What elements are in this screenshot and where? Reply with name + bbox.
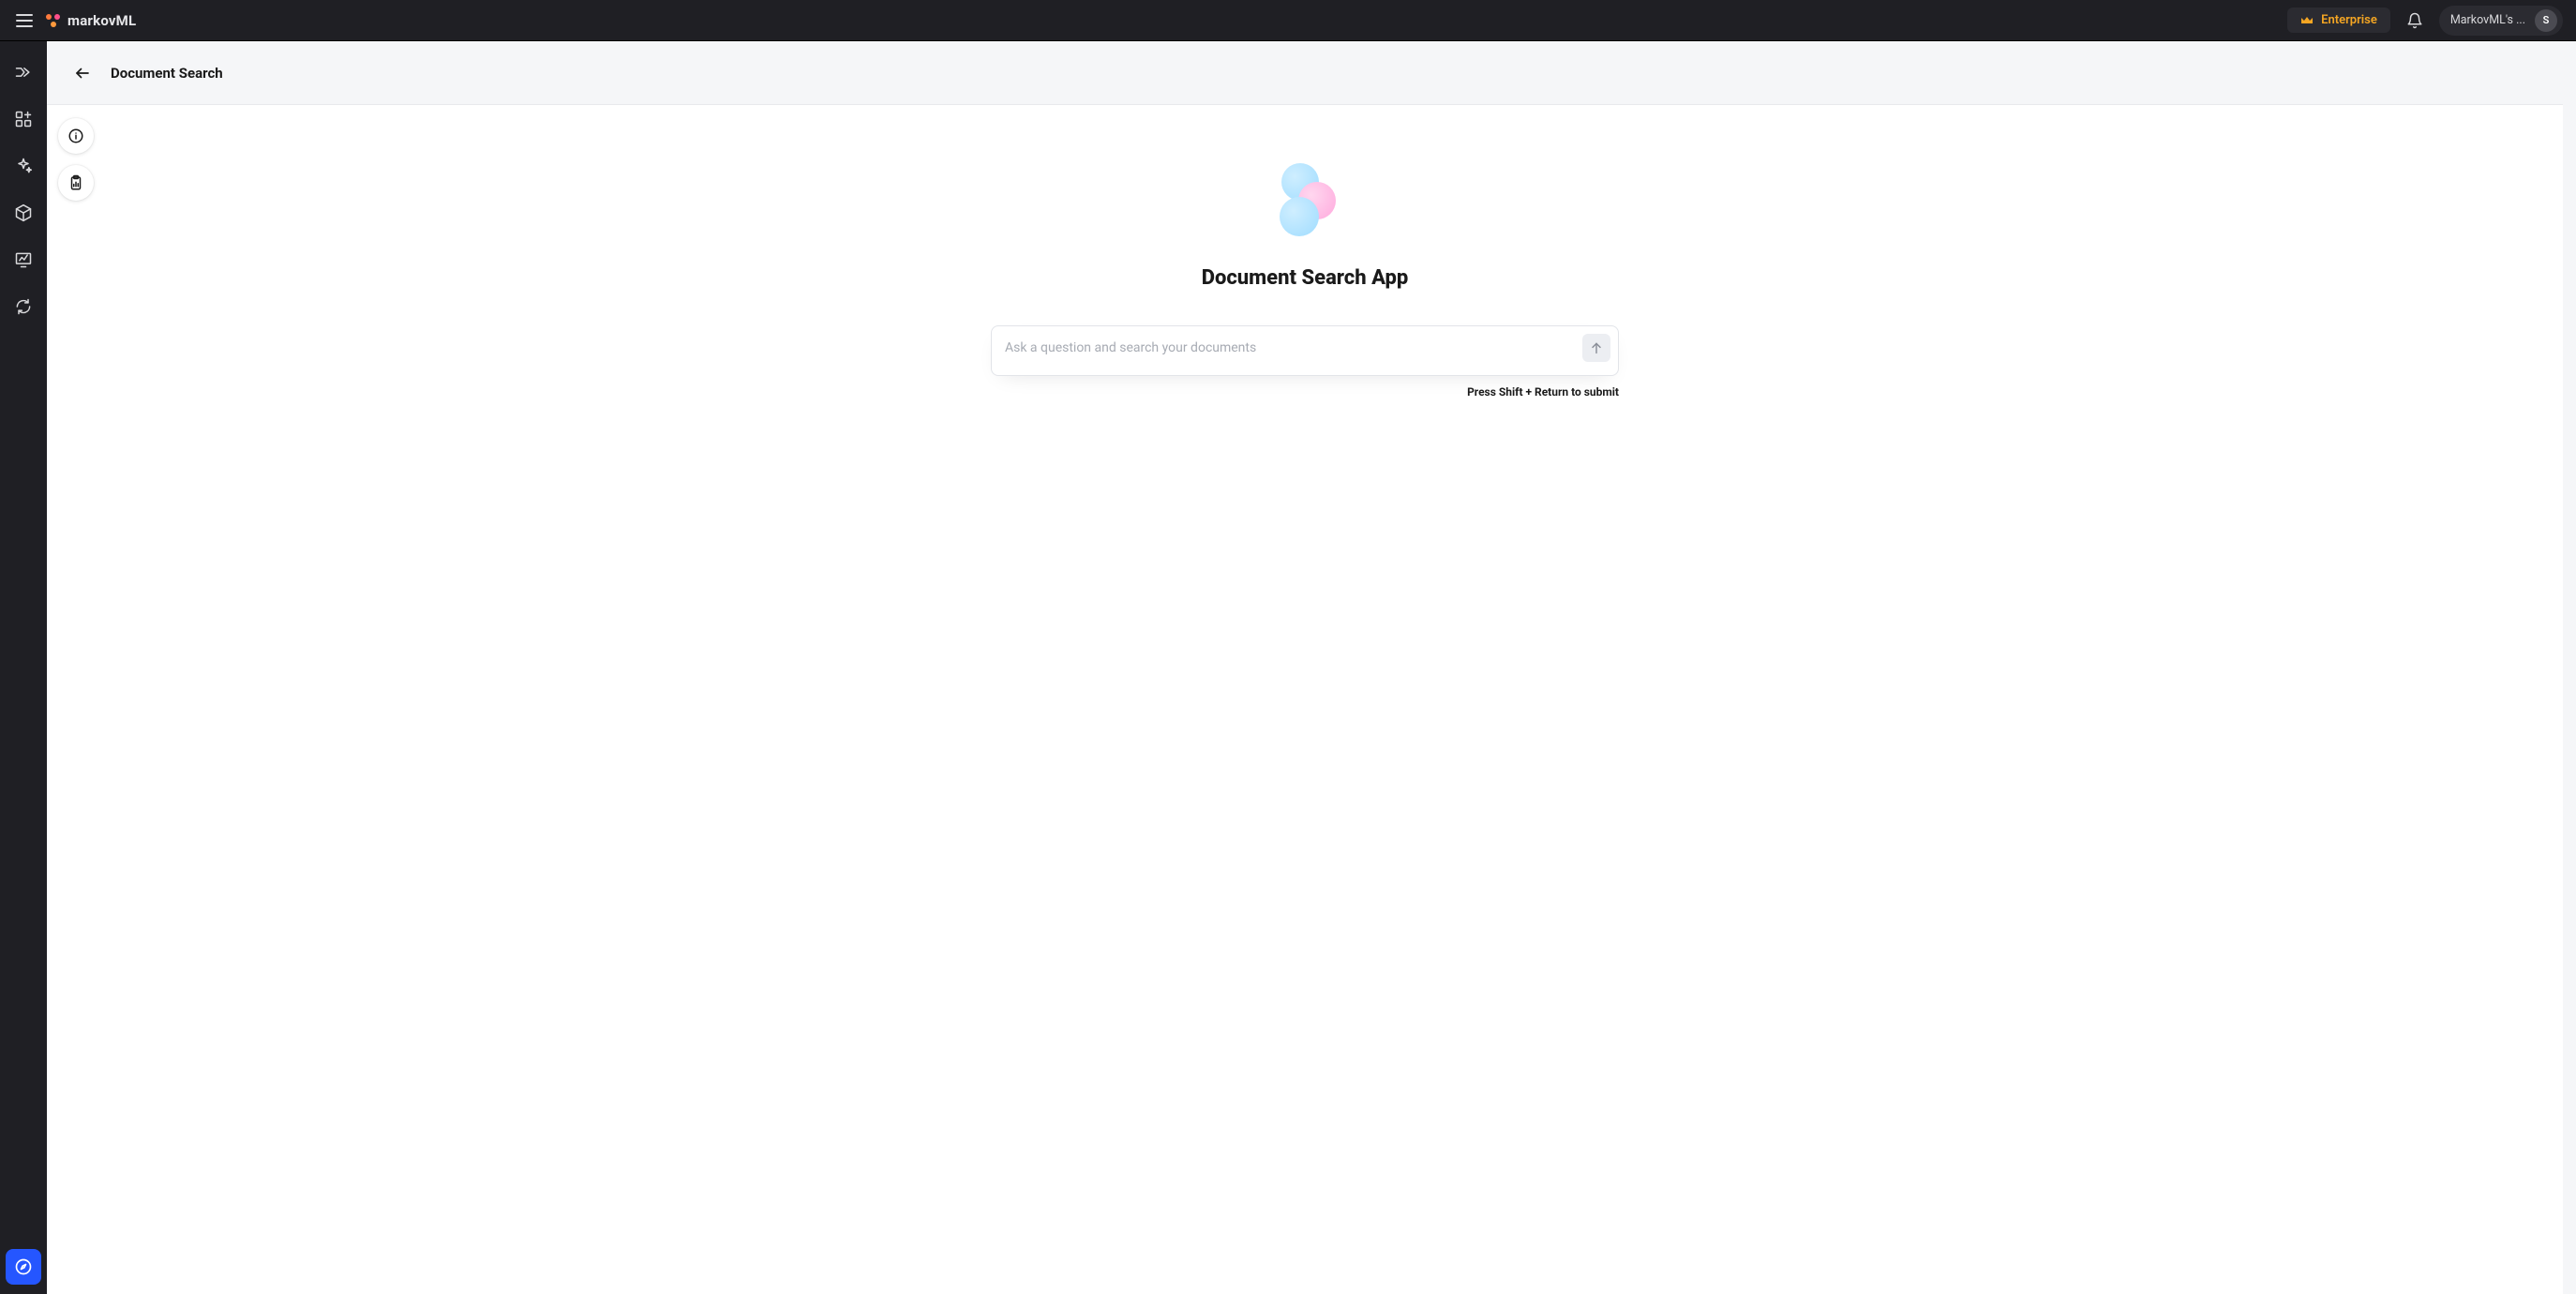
- nav-item-apps[interactable]: [13, 109, 34, 129]
- enterprise-badge[interactable]: Enterprise: [2287, 8, 2390, 33]
- menu-toggle-button[interactable]: [13, 9, 36, 32]
- body-wrap: Document Search: [0, 41, 2576, 1294]
- user-avatar: S: [2535, 9, 2557, 32]
- hero-block: Document Search App Press Shift + Return…: [991, 161, 1619, 399]
- question-input[interactable]: [1005, 334, 1573, 368]
- left-nav-rail: [0, 41, 47, 1294]
- workspace-label: MarkovML's ...: [2450, 13, 2525, 27]
- page-header: Document Search: [47, 41, 2563, 105]
- enterprise-label: Enterprise: [2321, 13, 2377, 27]
- nav-item-monitor[interactable]: [13, 249, 34, 270]
- cube-icon: [14, 203, 33, 222]
- avatar-initial: S: [2543, 14, 2550, 26]
- floating-tools: [58, 118, 94, 201]
- right-scrollbar-track[interactable]: [2563, 41, 2576, 1294]
- search-box: [991, 325, 1619, 376]
- branch-icon: [14, 63, 33, 82]
- notifications-button[interactable]: [2400, 6, 2430, 36]
- report-tool-button[interactable]: [58, 165, 94, 201]
- page-title: Document Search: [111, 65, 223, 82]
- clipboard-chart-icon: [67, 174, 84, 191]
- nav-item-ai[interactable]: [13, 156, 34, 176]
- hero-illustration: [1263, 161, 1347, 246]
- top-navbar: markovML Enterprise MarkovML's ... S: [0, 0, 2576, 41]
- submit-hint: Press Shift + Return to submit: [991, 385, 1619, 399]
- bell-icon: [2406, 12, 2423, 29]
- nav-item-cycle[interactable]: [13, 296, 34, 317]
- submit-button[interactable]: [1582, 334, 1610, 362]
- workspace-switcher[interactable]: MarkovML's ... S: [2439, 6, 2563, 36]
- hero-title: Document Search App: [991, 266, 1619, 290]
- info-icon: [67, 128, 84, 144]
- help-fab-button[interactable]: [6, 1249, 41, 1285]
- brand-logo-block[interactable]: markovML: [45, 12, 136, 29]
- compass-icon: [14, 1257, 33, 1276]
- info-tool-button[interactable]: [58, 118, 94, 154]
- apps-grid-icon: [14, 110, 33, 128]
- brand-name: markovML: [67, 12, 136, 29]
- hamburger-icon: [16, 14, 33, 27]
- crown-icon: [2300, 15, 2314, 26]
- nav-item-models[interactable]: [13, 203, 34, 223]
- main-area: Document Search: [47, 41, 2563, 1294]
- arrow-up-icon: [1589, 340, 1604, 355]
- cycle-icon: [14, 297, 33, 316]
- monitor-chart-icon: [14, 250, 33, 269]
- back-button[interactable]: [71, 62, 94, 84]
- nav-item-branching[interactable]: [13, 62, 34, 83]
- blob-icon: [1280, 197, 1319, 236]
- canvas: Document Search App Press Shift + Return…: [47, 105, 2563, 1294]
- sparkles-icon: [14, 157, 33, 175]
- arrow-left-icon: [74, 65, 91, 82]
- brand-mark-icon: [45, 12, 62, 29]
